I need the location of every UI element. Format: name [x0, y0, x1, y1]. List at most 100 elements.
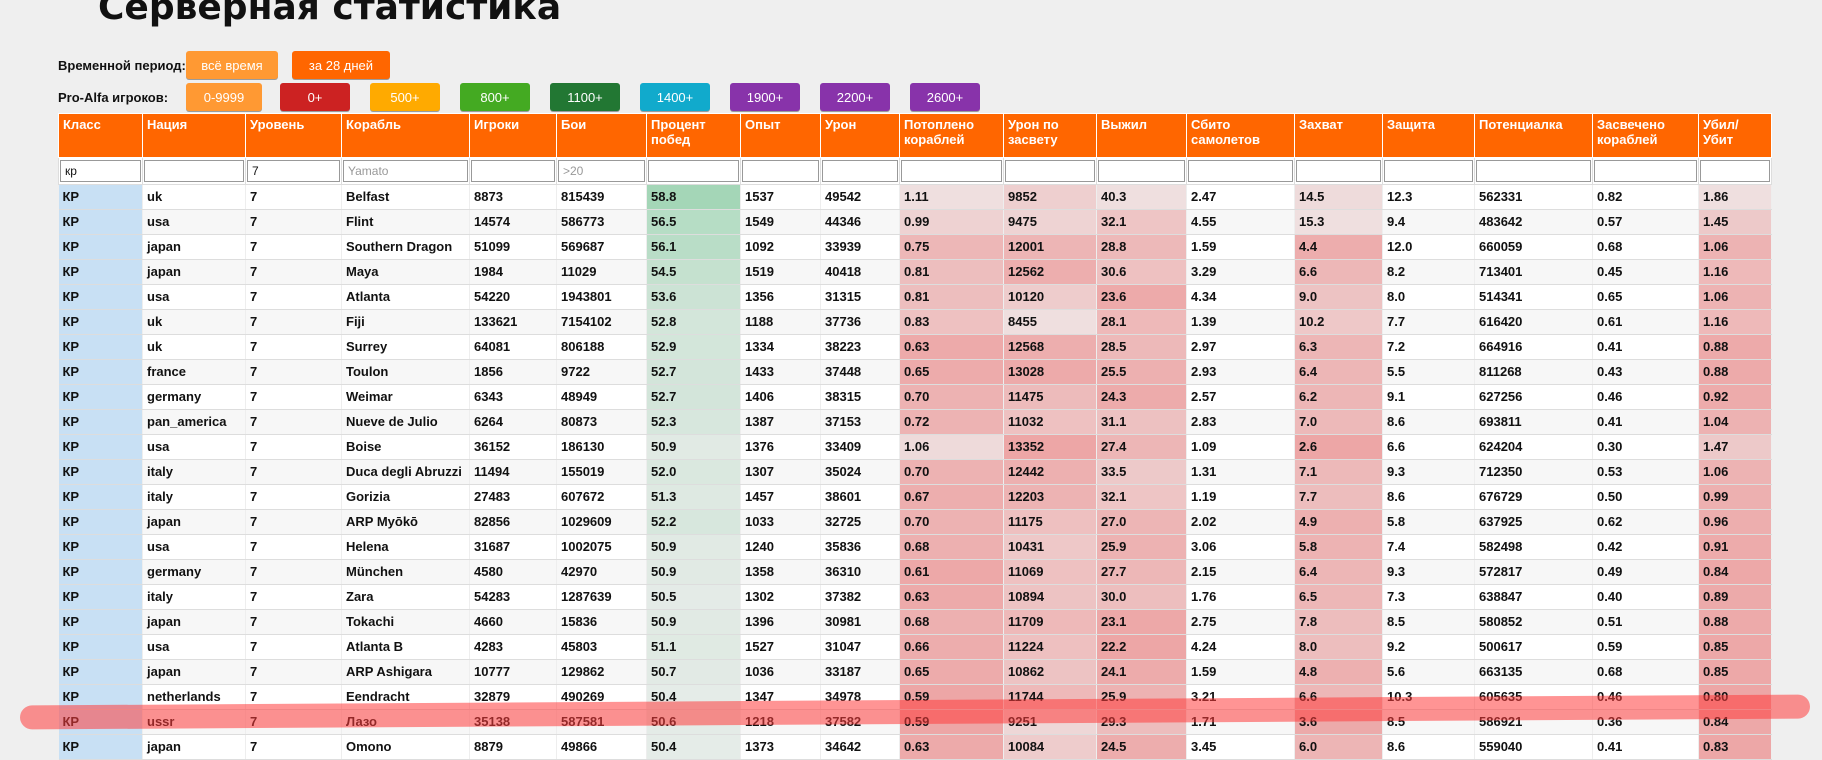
table-header-row: Класс Нация Уровень Корабль Игроки Бои Процент… — [58, 113, 1772, 158]
filter-cell — [1096, 157, 1187, 185]
table-cell: 9722 — [556, 359, 647, 385]
column-filter-input[interactable] — [1476, 160, 1591, 182]
table-cell: КР — [58, 559, 143, 585]
proalfa-filter-row: Pro-Alfa игроков: 0-9999 0+ 500+ 800+ 11… — [58, 82, 1000, 112]
table-row[interactable]: КР japan 7 Southern Dragon 51099 569687 56.1 10… — [58, 234, 1772, 260]
proalfa-button-0-9999[interactable]: 0-9999 — [186, 83, 262, 111]
column-filter-input[interactable] — [247, 160, 340, 182]
column-filter-input[interactable] — [1700, 160, 1770, 182]
table-row[interactable]: КР usa 7 Flint 14574 586773 56.5 1549 44346 0.99 9… — [58, 209, 1772, 235]
table-cell: 37382 — [820, 584, 900, 610]
table-row[interactable]: КР japan 7 ARP Myōkō 82856 1029609 52.2 1033 327… — [58, 509, 1772, 535]
column-header[interactable]: Урон по засвету — [1003, 113, 1097, 158]
column-filter-input[interactable] — [60, 160, 141, 182]
table-row[interactable]: КР netherlands 7 Eendracht 32879 490269 50.4 13… — [58, 684, 1772, 710]
column-filter-input[interactable] — [1594, 160, 1697, 182]
column-filter-input[interactable] — [471, 160, 555, 182]
column-header[interactable]: Потенциалка — [1474, 113, 1593, 158]
table-row[interactable]: КР usa 7 Atlanta B 4283 45803 51.1 1527 31047 0.6… — [58, 634, 1772, 660]
column-filter-input[interactable] — [822, 160, 898, 182]
column-header[interactable]: Защита — [1382, 113, 1475, 158]
proalfa-button-2200[interactable]: 2200+ — [820, 83, 890, 111]
table-cell: КР — [58, 359, 143, 385]
table-row[interactable]: КР japan 7 Maya 1984 11029 54.5 1519 40418 0.81 12… — [58, 259, 1772, 285]
period-all-time-button[interactable]: всё время — [186, 51, 278, 79]
table-cell: 82856 — [469, 509, 557, 535]
proalfa-button-0[interactable]: 0+ — [280, 83, 350, 111]
table-cell: КР — [58, 634, 143, 660]
column-header[interactable]: Выжил — [1096, 113, 1187, 158]
column-header[interactable]: Захват — [1294, 113, 1383, 158]
column-filter-input[interactable] — [1296, 160, 1381, 182]
column-filter-input[interactable] — [1005, 160, 1095, 182]
table-cell: 7 — [245, 659, 342, 685]
table-cell: 0.82 — [1592, 184, 1699, 210]
table-row[interactable]: КР italy 7 Zara 54283 1287639 50.5 1302 37382 0.6… — [58, 584, 1772, 610]
table-cell: 7.3 — [1382, 584, 1475, 610]
column-filter-input[interactable] — [558, 160, 645, 182]
column-header[interactable]: Засвечено кораблей — [1592, 113, 1699, 158]
table-row[interactable]: КР germany 7 München 4580 42970 50.9 1358 36310 0… — [58, 559, 1772, 585]
table-cell: 8.6 — [1382, 484, 1475, 510]
column-header[interactable]: Уровень — [245, 113, 342, 158]
column-header[interactable]: Опыт — [740, 113, 821, 158]
column-header[interactable]: Процент побед — [646, 113, 741, 158]
column-filter-input[interactable] — [1188, 160, 1293, 182]
filter-cell — [1186, 157, 1295, 185]
table-row[interactable]: КР ussr 7 Лазо 35138 587581 50.6 1218 37582 0.59 9… — [58, 709, 1772, 735]
proalfa-button-1100[interactable]: 1100+ — [550, 83, 620, 111]
table-row[interactable]: КР uk 7 Belfast 8873 815439 58.8 1537 49542 1.11 9… — [58, 184, 1772, 210]
column-filter-input[interactable] — [648, 160, 739, 182]
column-filter-input[interactable] — [343, 160, 468, 182]
column-header[interactable]: Класс — [58, 113, 143, 158]
table-row[interactable]: КР france 7 Toulon 1856 9722 52.7 1433 37448 0.65… — [58, 359, 1772, 385]
table-row[interactable]: КР japan 7 ARP Ashigara 10777 129862 50.7 1036 3… — [58, 659, 1772, 685]
table-cell: 1188 — [740, 309, 821, 335]
table-row[interactable]: КР japan 7 Tokachi 4660 15836 50.9 1396 30981 0.6… — [58, 609, 1772, 635]
column-header[interactable]: Убил/Убит — [1698, 113, 1772, 158]
column-filter-input[interactable] — [1384, 160, 1473, 182]
proalfa-button-2600[interactable]: 2600+ — [910, 83, 980, 111]
table-cell: 11494 — [469, 459, 557, 485]
table-cell: 0.59 — [899, 709, 1004, 735]
column-header[interactable]: Нация — [142, 113, 246, 158]
table-row[interactable]: КР uk 7 Fiji 133621 7154102 52.8 1188 37736 0.83 8… — [58, 309, 1772, 335]
column-filter-input[interactable] — [901, 160, 1002, 182]
table-cell: 9.3 — [1382, 559, 1475, 585]
column-filter-input[interactable] — [144, 160, 244, 182]
column-header[interactable]: Игроки — [469, 113, 557, 158]
proalfa-button-1900[interactable]: 1900+ — [730, 83, 800, 111]
table-cell: usa — [142, 434, 246, 460]
table-cell: 0.61 — [899, 559, 1004, 585]
table-cell: 7 — [245, 609, 342, 635]
column-header[interactable]: Бои — [556, 113, 647, 158]
table-cell: 9.3 — [1382, 459, 1475, 485]
column-filter-input[interactable] — [1098, 160, 1185, 182]
table-cell: japan — [142, 659, 246, 685]
table-cell: 0.67 — [899, 484, 1004, 510]
column-header[interactable]: Сбито самолетов — [1186, 113, 1295, 158]
table-cell: 7 — [245, 259, 342, 285]
table-cell: 12203 — [1003, 484, 1097, 510]
proalfa-button-1400[interactable]: 1400+ — [640, 83, 710, 111]
table-row[interactable]: КР italy 7 Gorizia 27483 607672 51.3 1457 38601 0… — [58, 484, 1772, 510]
table-cell: 23.6 — [1096, 284, 1187, 310]
table-cell: 9251 — [1003, 709, 1097, 735]
proalfa-button-800[interactable]: 800+ — [460, 83, 530, 111]
table-row[interactable]: КР usa 7 Atlanta 54220 1943801 53.6 1356 31315 0.… — [58, 284, 1772, 310]
table-row[interactable]: КР germany 7 Weimar 6343 48949 52.7 1406 38315 0.… — [58, 384, 1772, 410]
table-cell: Duca degli Abruzzi — [341, 459, 470, 485]
proalfa-button-500[interactable]: 500+ — [370, 83, 440, 111]
column-header[interactable]: Урон — [820, 113, 900, 158]
column-filter-input[interactable] — [742, 160, 819, 182]
table-row[interactable]: КР pan_america 7 Nueve de Julio 6264 80873 52.… — [58, 409, 1772, 435]
table-row[interactable]: КР italy 7 Duca degli Abruzzi 11494 155019 52.… — [58, 459, 1772, 485]
column-header[interactable]: Потоплено кораблей — [899, 113, 1004, 158]
table-cell: 1.16 — [1698, 309, 1772, 335]
table-cell: 1376 — [740, 434, 821, 460]
period-28-days-button[interactable]: за 28 дней — [292, 51, 390, 79]
table-row[interactable]: КР usa 7 Helena 31687 1002075 50.9 1240 35836 0.6… — [58, 534, 1772, 560]
table-row[interactable]: КР usa 7 Boise 36152 186130 50.9 1376 33409 1.06 1… — [58, 434, 1772, 460]
table-row[interactable]: КР uk 7 Surrey 64081 806188 52.9 1334 38223 0.63 1… — [58, 334, 1772, 360]
column-header[interactable]: Корабль — [341, 113, 470, 158]
